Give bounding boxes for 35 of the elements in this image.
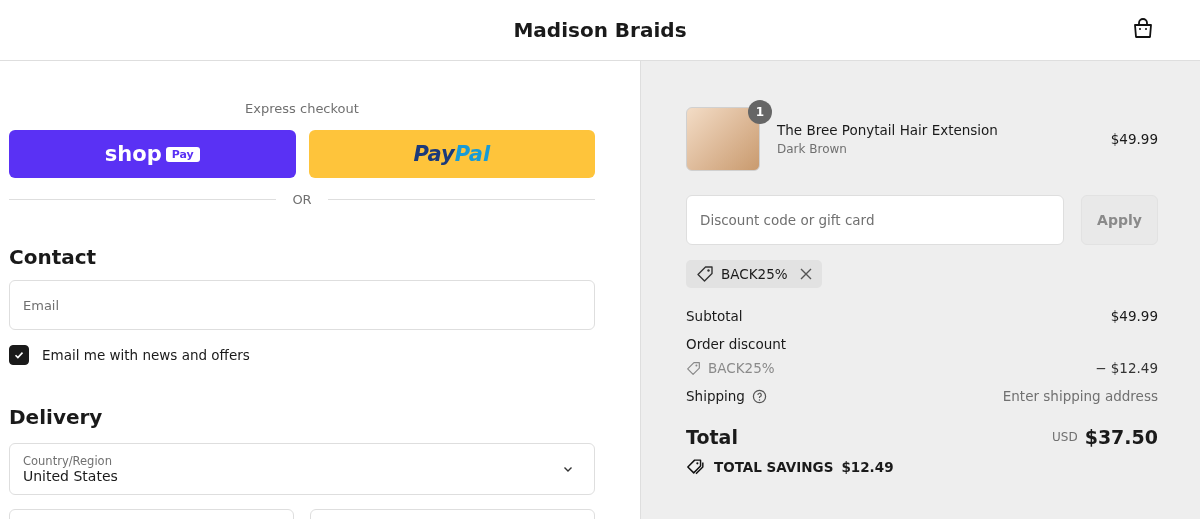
product-variant: Dark Brown — [777, 142, 848, 156]
newsletter-label[interactable]: Email me with news and offers — [42, 347, 250, 363]
shop-pay-button[interactable]: shop Pay — [9, 130, 296, 178]
total-savings-value: $12.49 — [841, 458, 894, 475]
check-icon — [13, 349, 25, 361]
order-discount-label: Order discount — [686, 336, 787, 352]
tag-icon — [686, 360, 701, 376]
total-label: Total — [686, 426, 738, 448]
store-name[interactable]: Madison Braids — [513, 18, 687, 42]
newsletter-checkbox[interactable] — [9, 345, 29, 365]
shopping-bag-icon[interactable] — [1131, 17, 1155, 41]
delivery-heading: Delivery — [9, 405, 104, 429]
quantity-badge: 1 — [748, 100, 772, 124]
tag-icon — [696, 265, 714, 283]
help-icon[interactable] — [751, 388, 767, 404]
currency-code: USD — [1052, 430, 1078, 444]
shipping-label: Shipping — [686, 388, 745, 404]
tags-icon — [686, 458, 706, 475]
product-name: The Bree Ponytail Hair Extension — [777, 122, 999, 138]
total-savings-label: TOTAL SAVINGS — [714, 458, 834, 475]
subtotal-label: Subtotal — [686, 308, 743, 324]
paypal-button[interactable]: PayPal — [308, 130, 595, 178]
discount-code-tag: BACK25% — [686, 260, 822, 288]
country-select[interactable]: Country/Region United States — [9, 443, 595, 495]
contact-heading: Contact — [9, 245, 98, 269]
discount-code: BACK25% — [708, 360, 775, 376]
email-field[interactable]: Email — [9, 280, 595, 330]
shipping-value: Enter shipping address — [1002, 388, 1158, 404]
total-value: $37.50 — [1084, 426, 1158, 448]
product-price: $49.99 — [1110, 131, 1158, 147]
discount-amount: − $12.49 — [1095, 360, 1158, 376]
or-divider-text: OR — [292, 192, 312, 207]
subtotal-value: $49.99 — [1110, 308, 1158, 324]
express-checkout-title: Express checkout — [244, 101, 360, 116]
remove-icon[interactable] — [799, 268, 812, 280]
